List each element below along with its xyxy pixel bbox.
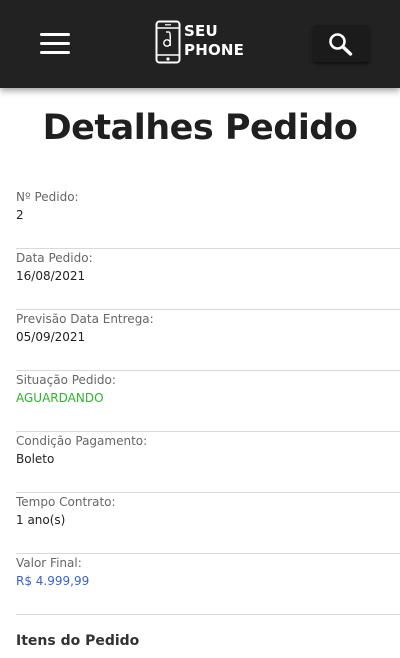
page-title: Detalhes Pedido [42, 108, 358, 148]
brand-logo[interactable]: SEU PHONE [155, 20, 250, 64]
field-label: Valor Final: [16, 556, 82, 570]
field-value: Boleto [16, 452, 55, 466]
brand-line-1: SEU [184, 22, 218, 40]
field-value: 05/09/2021 [16, 330, 86, 344]
order-number-field: Nº Pedido: 2 [16, 188, 400, 249]
contract-time-field: Tempo Contrato: 1 ano(s) [16, 493, 400, 554]
field-value: 1 ano(s) [16, 513, 66, 527]
brand-name: SEU PHONE [184, 22, 244, 60]
order-status-field: Situação Pedido: AGUARDANDO [16, 371, 400, 432]
price-value: R$ 4.999,99 [16, 574, 90, 588]
field-value: 16/08/2021 [16, 269, 86, 283]
brand-line-2: PHONE [184, 41, 245, 59]
field-label: Condição Pagamento: [16, 434, 148, 448]
delivery-forecast-field: Previsão Data Entrega: 05/09/2021 [16, 310, 400, 371]
field-label: Situação Pedido: [16, 373, 116, 387]
field-label: Tempo Contrato: [16, 495, 116, 509]
field-label: Data Pedido: [16, 251, 93, 265]
payment-condition-field: Condição Pagamento: Boleto [16, 432, 400, 493]
hamburger-menu-icon[interactable] [40, 33, 70, 55]
search-icon [329, 33, 353, 56]
phone-logo-icon [155, 20, 181, 64]
order-date-field: Data Pedido: 16/08/2021 [16, 249, 400, 310]
final-value-field: Valor Final: R$ 4.999,99 [16, 554, 400, 615]
field-label: Nº Pedido: [16, 190, 79, 204]
field-label: Previsão Data Entrega: [16, 312, 154, 326]
field-value: 2 [16, 208, 24, 222]
top-navbar: SEU PHONE [0, 0, 400, 88]
status-value: AGUARDANDO [16, 391, 104, 405]
order-items-heading: Itens do Pedido [16, 633, 140, 649]
order-details-list: Nº Pedido: 2 Data Pedido: 16/08/2021 Pre… [16, 188, 400, 615]
search-button[interactable] [313, 25, 369, 62]
